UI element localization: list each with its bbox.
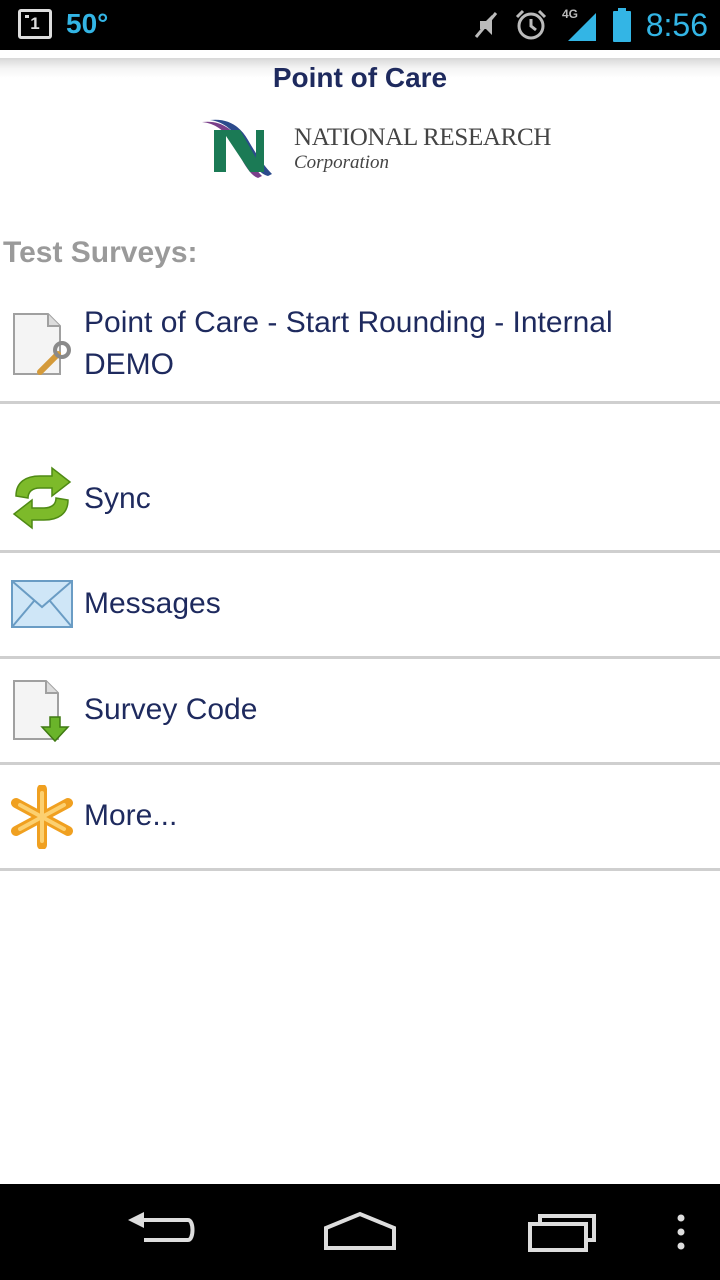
home-button[interactable] <box>322 1210 398 1254</box>
document-download-icon <box>13 680 70 743</box>
survey-document-icon <box>13 313 71 375</box>
survey-code-label: Survey Code <box>84 693 258 726</box>
battery-icon <box>612 8 631 42</box>
menu-button[interactable] <box>675 1210 687 1254</box>
status-left: 1 50° <box>18 8 108 40</box>
screen: 1 50° 4G 8:56 Point of Care NATIONAL RES… <box>0 0 720 1280</box>
asterisk-icon <box>11 785 73 849</box>
sync-label: Sync <box>84 482 151 515</box>
survey-item[interactable]: Point of Care - Start Rounding - Interna… <box>0 296 720 404</box>
notification-count: 1 <box>30 14 40 33</box>
survey-code-item[interactable]: Survey Code <box>0 659 720 765</box>
logo-subtitle: Corporation <box>294 152 390 173</box>
survey-item-label-line2: DEMO <box>84 348 174 381</box>
logo-mark-icon <box>202 119 272 178</box>
sync-item[interactable]: Sync <box>0 442 720 553</box>
company-logo: NATIONAL RESEARCH Corporation <box>200 116 551 182</box>
survey-item-label-line1: Point of Care - Start Rounding - Interna… <box>84 306 613 339</box>
clock: 8:56 <box>645 6 708 43</box>
network-type: 4G <box>562 7 578 21</box>
recent-apps-button[interactable] <box>526 1210 598 1254</box>
messages-item[interactable]: Messages <box>0 553 720 659</box>
title-bar: Point of Care <box>0 58 720 102</box>
envelope-icon <box>11 580 73 628</box>
notification-icon: 1 <box>18 9 52 39</box>
signal-icon: 4G <box>562 7 596 41</box>
messages-label: Messages <box>84 587 221 620</box>
more-item[interactable]: More... <box>0 765 720 871</box>
temperature: 50° <box>66 8 109 39</box>
more-label: More... <box>84 799 178 832</box>
page-title: Point of Care <box>272 62 448 93</box>
mute-icon <box>474 12 497 38</box>
navigation-bar <box>0 1184 720 1280</box>
back-button[interactable] <box>124 1210 196 1254</box>
status-bar: 1 50° 4G 8:56 <box>0 0 720 50</box>
status-right: 4G 8:56 <box>458 4 708 46</box>
section-label: Test Surveys: <box>3 236 198 269</box>
sync-icon <box>12 466 72 530</box>
survey-item-label: Point of Care - Start Rounding - Interna… <box>84 302 613 386</box>
logo-name: NATIONAL RESEARCH <box>294 124 552 151</box>
alarm-icon <box>515 9 546 40</box>
